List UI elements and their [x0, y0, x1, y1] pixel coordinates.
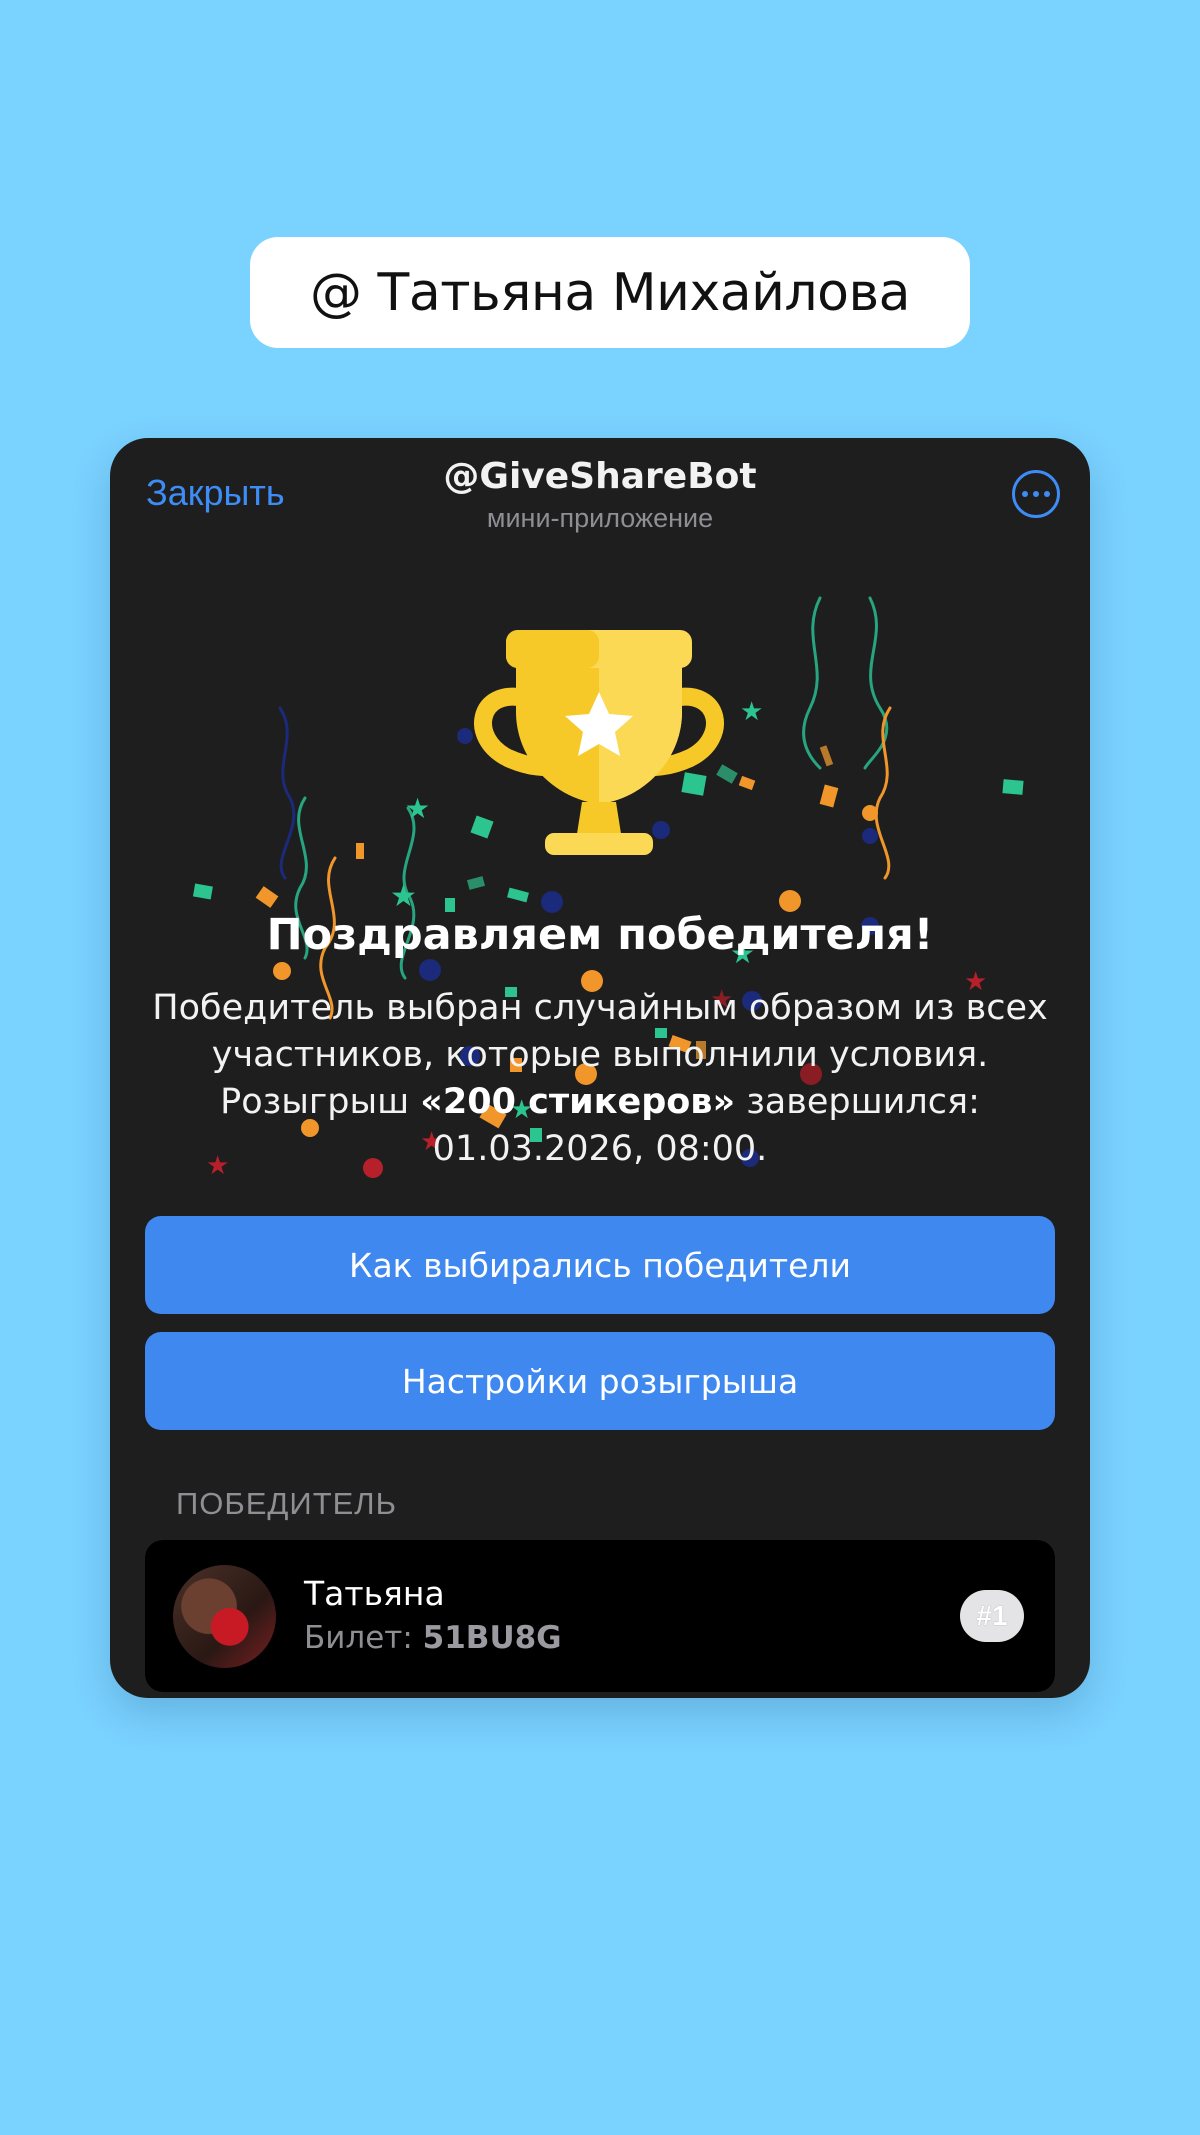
avatar: [173, 1565, 276, 1668]
dot: [1022, 491, 1028, 497]
winner-name: Татьяна: [304, 1574, 445, 1613]
ticket-label: Билет:: [304, 1620, 423, 1656]
more-dots-icon[interactable]: [1012, 470, 1060, 518]
svg-text:★: ★: [390, 879, 417, 914]
congrats-description: Победитель выбран случайным образом из в…: [150, 985, 1050, 1173]
mini-app-card: ★ ★ ★ ★ ★ ★ ★ ★ ★ Закрыть @GiveShareBot …: [110, 438, 1090, 1698]
winner-list-item[interactable]: Татьяна Билет: 51BU8G #1: [145, 1540, 1055, 1692]
bot-subtitle: мини-приложение: [486, 503, 714, 533]
svg-text:★: ★: [740, 697, 763, 727]
trophy-icon: [474, 630, 724, 855]
svg-text:★: ★: [405, 792, 430, 825]
winners-section-label: ПОБЕДИТЕЛЬ: [176, 1486, 397, 1521]
giveaway-name: «200 стикеров»: [420, 1082, 736, 1122]
congrats-title: Поздравляем победителя!: [266, 910, 934, 960]
ticket-code: 51BU8G: [422, 1620, 562, 1656]
how-winners-selected-button[interactable]: Как выбирались победители: [145, 1216, 1055, 1314]
bot-name: @GiveShareBot: [443, 456, 757, 497]
dot: [1044, 491, 1050, 497]
user-mention-label: @ Татьяна Михайлова: [250, 237, 970, 348]
rank-badge: #1: [960, 1590, 1024, 1642]
dot: [1033, 491, 1039, 497]
header-titles: @GiveShareBot мини-приложение: [110, 456, 1090, 534]
giveaway-settings-button[interactable]: Настройки розыгрыша: [145, 1332, 1055, 1430]
winner-ticket: Билет: 51BU8G: [304, 1620, 562, 1656]
